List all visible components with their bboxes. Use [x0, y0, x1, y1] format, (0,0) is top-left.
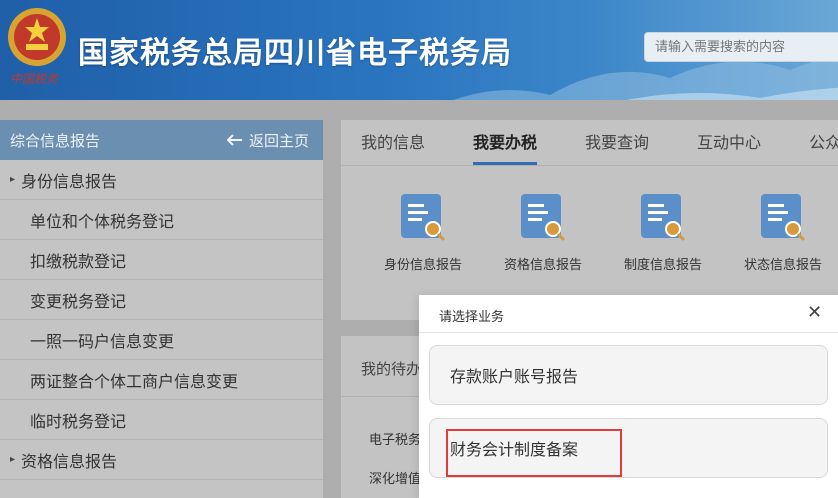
- search-input[interactable]: [644, 32, 838, 62]
- sidebar-item-label: 一照一码户信息变更: [30, 331, 175, 351]
- tab-public-service[interactable]: 公众服务: [809, 129, 838, 165]
- shortcut-label: 资格信息报告: [503, 258, 582, 273]
- sidebar-item-withholding-registration[interactable]: 扣缴税款登记: [0, 240, 323, 280]
- sidebar-item-temporary-registration[interactable]: 临时税务登记: [0, 400, 323, 440]
- shortcut-status-report[interactable]: 状态信息报告: [733, 192, 833, 273]
- shortcut-label: 制度信息报告: [623, 258, 702, 273]
- todo-title: 我的待办: [361, 360, 422, 378]
- national-emblem-icon: [8, 8, 66, 66]
- sidebar-item-identity-report[interactable]: ▸ 身份信息报告: [0, 160, 323, 200]
- shortcut-system-report[interactable]: 制度信息报告: [613, 192, 713, 273]
- report-icon: [761, 194, 806, 242]
- sidebar-item-label: 单位和个体税务登记: [30, 211, 175, 231]
- close-icon[interactable]: ✕: [807, 303, 822, 323]
- shortcut-grid: 身份信息报告 资格信息报告 制度信息报告 状态信息报告: [341, 192, 838, 282]
- report-icon: [521, 194, 566, 242]
- sidebar-item-label: 资格信息报告: [21, 451, 118, 471]
- divider: [419, 332, 838, 333]
- back-home-label: 返回主页: [248, 131, 309, 150]
- report-icon: [401, 194, 446, 242]
- shortcut-label: 状态信息报告: [743, 258, 822, 273]
- todo-row[interactable]: 深化增值: [369, 468, 421, 487]
- caret-right-icon: ▸: [10, 454, 16, 465]
- back-arrow-icon: [226, 134, 242, 146]
- shortcut-identity-report[interactable]: 身份信息报告: [373, 192, 473, 273]
- sidebar-item-label: 扣缴税款登记: [30, 251, 127, 271]
- option-deposit-account-report[interactable]: 存款账户账号报告: [429, 345, 828, 405]
- sidebar-header: 综合信息报告 返回主页: [0, 120, 323, 160]
- sidebar-item-one-license-change[interactable]: 一照一码户信息变更: [0, 320, 323, 360]
- emblem-caption: 中国税务: [10, 72, 59, 86]
- sidebar-title: 综合信息报告: [10, 131, 101, 150]
- sidebar-item-label: 两证整合个体工商户信息变更: [30, 371, 239, 391]
- sidebar-item-label: 临时税务登记: [30, 411, 127, 431]
- sidebar-item-label: 变更税务登记: [30, 291, 127, 311]
- service-panel: 我的信息 我要办税 我要查询 互动中心 公众服务 身份信息报告 资格信息报告 制…: [341, 120, 838, 320]
- todo-row[interactable]: 电子税务: [369, 429, 421, 448]
- sidebar-item-unit-registration[interactable]: 单位和个体税务登记: [0, 200, 323, 240]
- dialog-title: 请选择业务: [439, 310, 505, 325]
- site-title: 国家税务总局四川省电子税务局: [78, 36, 512, 71]
- sidebar-item-label: 身份信息报告: [21, 171, 118, 191]
- back-home-button[interactable]: 返回主页: [226, 130, 309, 151]
- tab-interaction[interactable]: 互动中心: [697, 129, 761, 165]
- sidebar-item-change-registration[interactable]: 变更税务登记: [0, 280, 323, 320]
- tab-bar: 我的信息 我要办税 我要查询 互动中心 公众服务: [341, 120, 838, 166]
- shortcut-label: 身份信息报告: [383, 258, 462, 273]
- sidebar: 综合信息报告 返回主页 ▸ 身份信息报告 单位和个体税务登记 扣缴税款登记 变更税…: [0, 120, 323, 498]
- tab-my-info[interactable]: 我的信息: [361, 129, 425, 165]
- tab-query[interactable]: 我要查询: [585, 129, 649, 165]
- tab-tax-handling[interactable]: 我要办税: [473, 129, 538, 165]
- site-header: 中国税务 国家税务总局四川省电子税务局: [0, 0, 838, 100]
- shortcut-qualification-report[interactable]: 资格信息报告: [493, 192, 593, 273]
- caret-right-icon: ▸: [10, 174, 16, 185]
- sidebar-item-two-cert-change[interactable]: 两证整合个体工商户信息变更: [0, 360, 323, 400]
- sidebar-item-qualification-report[interactable]: ▸ 资格信息报告: [0, 440, 323, 480]
- report-icon: [641, 194, 686, 242]
- highlight-box: [446, 429, 622, 477]
